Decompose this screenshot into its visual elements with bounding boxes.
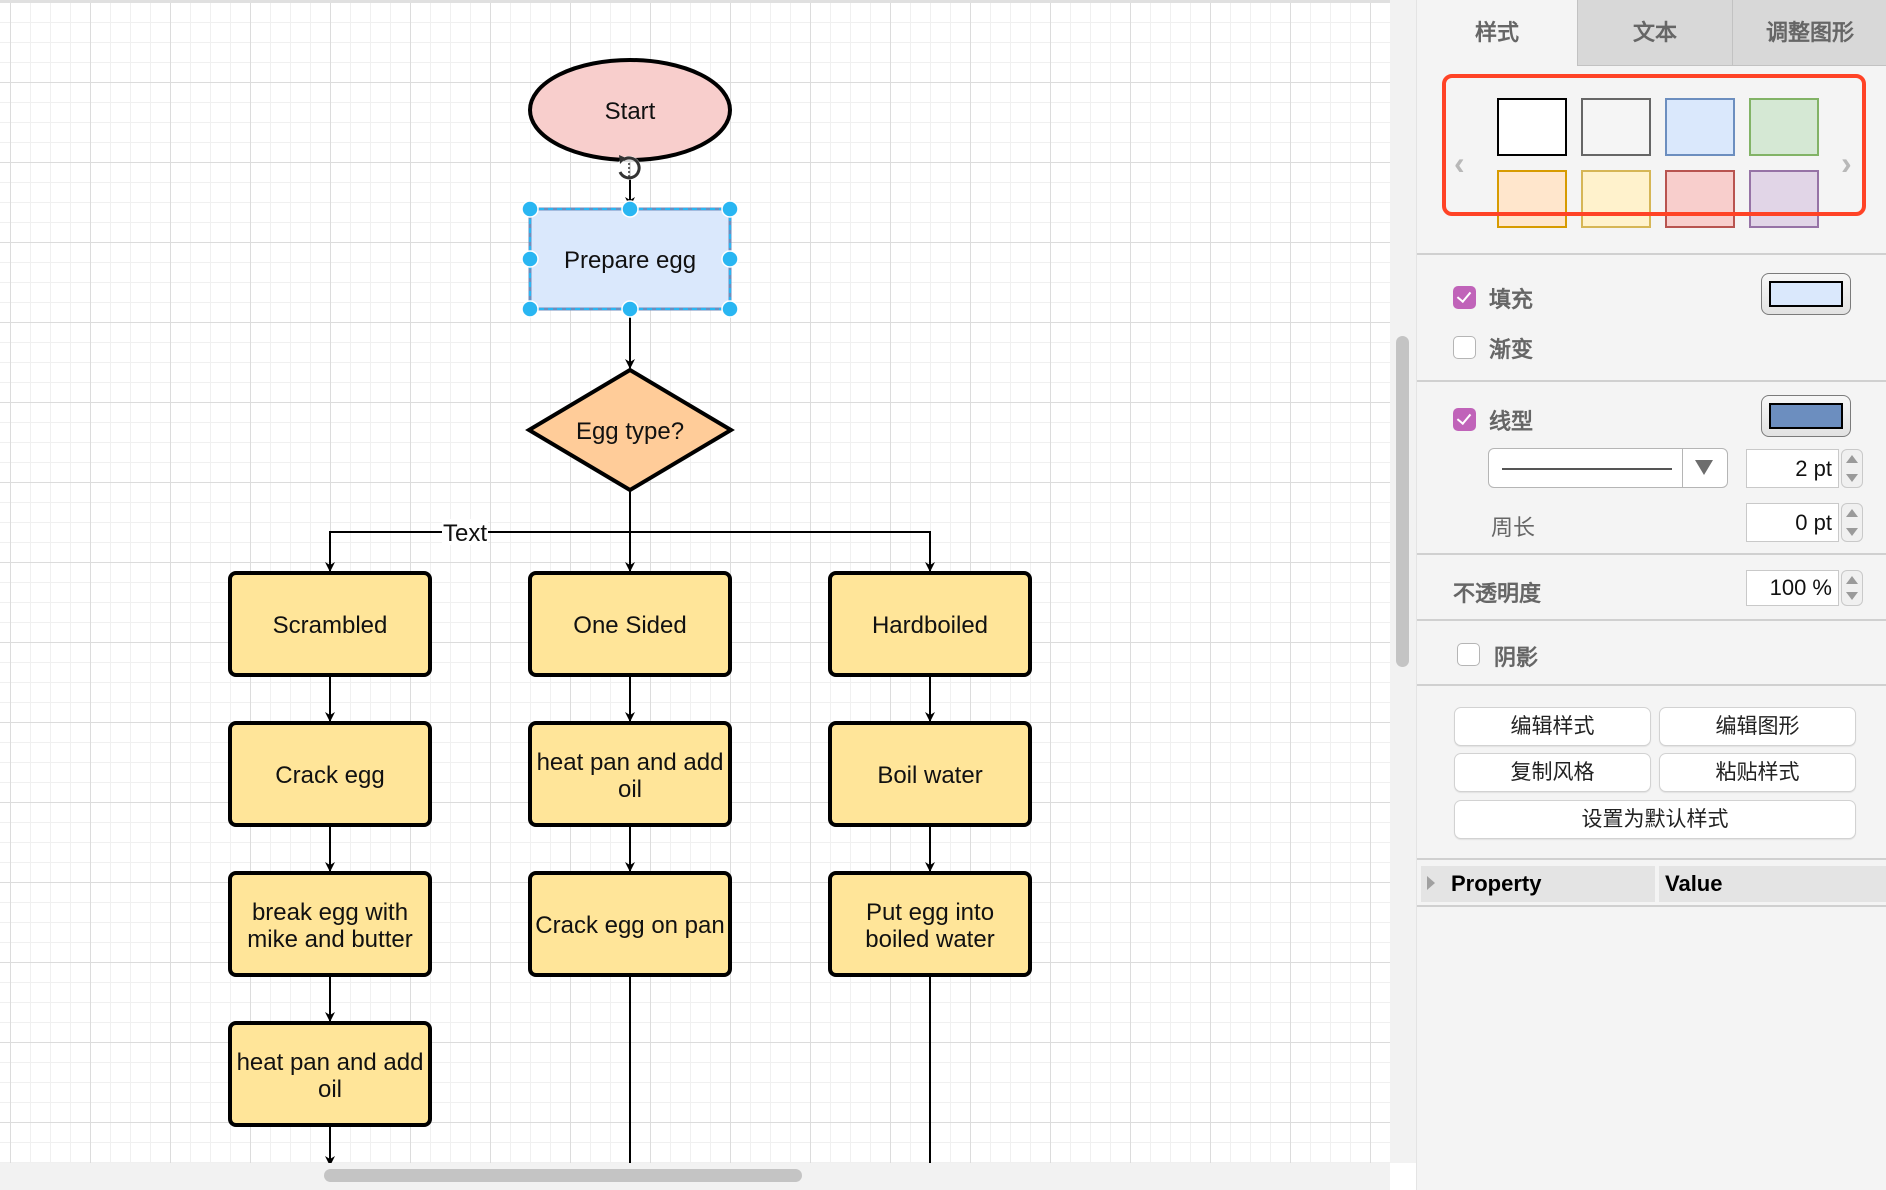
gradient-label: 渐变 bbox=[1489, 337, 1534, 362]
line-checkbox[interactable] bbox=[1453, 408, 1476, 431]
fill-color-button[interactable] bbox=[1761, 273, 1851, 315]
dropdown-arrow-icon bbox=[1695, 460, 1713, 475]
node-break-egg-line1: break egg with bbox=[252, 899, 408, 926]
resize-handle-e[interactable] bbox=[721, 250, 739, 268]
divider bbox=[1417, 380, 1886, 382]
node-crack-egg-label: Crack egg bbox=[275, 762, 384, 789]
node-prepare-egg[interactable]: Prepare egg bbox=[528, 207, 732, 311]
node-start[interactable]: Start bbox=[528, 58, 732, 162]
divider bbox=[1417, 684, 1886, 686]
edge-decision-hardboiled[interactable] bbox=[630, 531, 935, 572]
resize-handle-nw[interactable] bbox=[521, 200, 539, 218]
line-pattern-preview bbox=[1502, 468, 1672, 470]
node-one-sided-label: One Sided bbox=[573, 612, 686, 639]
node-heat-pan-2-line1: heat pan and add bbox=[237, 1049, 424, 1076]
flowchart: Text Start Prepare egg Egg type? Scrambl… bbox=[228, 58, 1032, 1163]
node-put-egg-line1: Put egg into bbox=[866, 899, 994, 926]
expand-triangle-icon[interactable] bbox=[1427, 876, 1435, 890]
node-heat-pan-1-line1: heat pan and add bbox=[537, 749, 724, 776]
tab-arrange[interactable]: 调整图形 bbox=[1732, 0, 1886, 66]
node-scrambled-label: Scrambled bbox=[273, 612, 388, 639]
fill-label: 填充 bbox=[1489, 287, 1534, 312]
opacity-input[interactable]: 100 % bbox=[1746, 570, 1839, 606]
line-color-button[interactable] bbox=[1761, 395, 1851, 437]
node-break-egg[interactable]: break egg with mike and butter bbox=[228, 871, 432, 977]
node-crack-on-pan[interactable]: Crack egg on pan bbox=[528, 871, 732, 977]
line-width-input[interactable]: 2 pt bbox=[1746, 449, 1839, 488]
select-separator bbox=[1682, 449, 1683, 487]
value-header-label: Value bbox=[1665, 871, 1723, 896]
vertical-scrollbar[interactable] bbox=[1390, 0, 1416, 1163]
line-label: 线型 bbox=[1489, 409, 1534, 434]
property-column-header[interactable]: Property bbox=[1421, 866, 1655, 902]
fill-color-swatch bbox=[1769, 281, 1843, 307]
perimeter-stepper[interactable] bbox=[1841, 503, 1863, 542]
node-prepare-egg-label: Prepare egg bbox=[564, 247, 696, 274]
node-crack-on-pan-label: Crack egg on pan bbox=[535, 912, 724, 939]
node-start-label: Start bbox=[605, 98, 656, 125]
opacity-label: 不透明度 bbox=[1453, 581, 1542, 606]
resize-handle-sw[interactable] bbox=[521, 300, 539, 318]
edit-style-button[interactable]: 编辑样式 bbox=[1454, 707, 1651, 746]
node-crack-egg[interactable]: Crack egg bbox=[228, 721, 432, 827]
opacity-stepper[interactable] bbox=[1841, 570, 1863, 606]
resize-handle-n[interactable] bbox=[621, 200, 639, 218]
perimeter-input[interactable]: 0 pt bbox=[1746, 503, 1839, 542]
diagram-canvas[interactable]: Text Start Prepare egg Egg type? Scrambl… bbox=[0, 0, 1390, 1163]
palette-highlight-box bbox=[1442, 74, 1866, 216]
horizontal-scrollbar[interactable] bbox=[0, 1163, 1390, 1190]
line-pattern-select[interactable] bbox=[1488, 448, 1728, 488]
node-heat-pan-2[interactable]: heat pan and add oil bbox=[228, 1021, 432, 1127]
node-put-egg[interactable]: Put egg into boiled water bbox=[828, 871, 1032, 977]
edge-label-text[interactable]: Text bbox=[443, 520, 487, 547]
shadow-label: 阴影 bbox=[1494, 645, 1539, 670]
tab-text[interactable]: 文本 bbox=[1577, 0, 1732, 66]
divider bbox=[1417, 905, 1886, 907]
shadow-checkbox[interactable] bbox=[1457, 643, 1480, 666]
edit-shape-button[interactable]: 编辑图形 bbox=[1659, 707, 1856, 746]
divider bbox=[1417, 553, 1886, 555]
set-default-style-button[interactable]: 设置为默认样式 bbox=[1454, 800, 1856, 839]
paste-style-button[interactable]: 粘贴样式 bbox=[1659, 753, 1856, 792]
perimeter-label: 周长 bbox=[1491, 515, 1536, 540]
node-decision-label: Egg type? bbox=[576, 418, 684, 445]
line-width-stepper[interactable] bbox=[1841, 449, 1863, 488]
node-boil-water-label: Boil water bbox=[877, 762, 982, 789]
node-one-sided[interactable]: One Sided bbox=[528, 571, 732, 677]
node-heat-pan-1[interactable]: heat pan and add oil bbox=[528, 721, 732, 827]
scrollbar-corner bbox=[1390, 1163, 1416, 1190]
node-hardboiled-label: Hardboiled bbox=[872, 612, 988, 639]
divider bbox=[1417, 858, 1886, 860]
tab-style[interactable]: 样式 bbox=[1417, 0, 1577, 66]
node-put-egg-line2: boiled water bbox=[865, 926, 994, 953]
node-heat-pan-2-line2: oil bbox=[318, 1076, 342, 1103]
resize-handle-s[interactable] bbox=[621, 300, 639, 318]
property-header-label: Property bbox=[1451, 871, 1542, 896]
node-boil-water[interactable]: Boil water bbox=[828, 721, 1032, 827]
node-decision[interactable]: Egg type? bbox=[525, 367, 735, 493]
value-column-header[interactable]: Value bbox=[1659, 866, 1886, 902]
line-color-swatch bbox=[1769, 403, 1843, 429]
node-break-egg-line2: mike and butter bbox=[247, 926, 412, 953]
resize-handle-w[interactable] bbox=[521, 250, 539, 268]
resize-handle-se[interactable] bbox=[721, 300, 739, 318]
format-tabs: 样式 文本 调整图形 bbox=[1417, 0, 1886, 67]
node-heat-pan-1-line2: oil bbox=[618, 776, 642, 803]
gradient-checkbox[interactable] bbox=[1453, 336, 1476, 359]
fill-checkbox[interactable] bbox=[1453, 286, 1476, 309]
node-scrambled[interactable]: Scrambled bbox=[228, 571, 432, 677]
divider bbox=[1417, 253, 1886, 255]
horizontal-scrollbar-thumb[interactable] bbox=[324, 1169, 802, 1182]
copy-style-button[interactable]: 复制风格 bbox=[1454, 753, 1651, 792]
vertical-scrollbar-thumb[interactable] bbox=[1396, 336, 1409, 667]
node-hardboiled[interactable]: Hardboiled bbox=[828, 571, 1032, 677]
format-panel: 样式 文本 调整图形 ‹ › 填充 渐变 线型 2 pt 周长 0 pt 不透明… bbox=[1416, 0, 1886, 1190]
divider bbox=[1417, 619, 1886, 621]
resize-handle-ne[interactable] bbox=[721, 200, 739, 218]
